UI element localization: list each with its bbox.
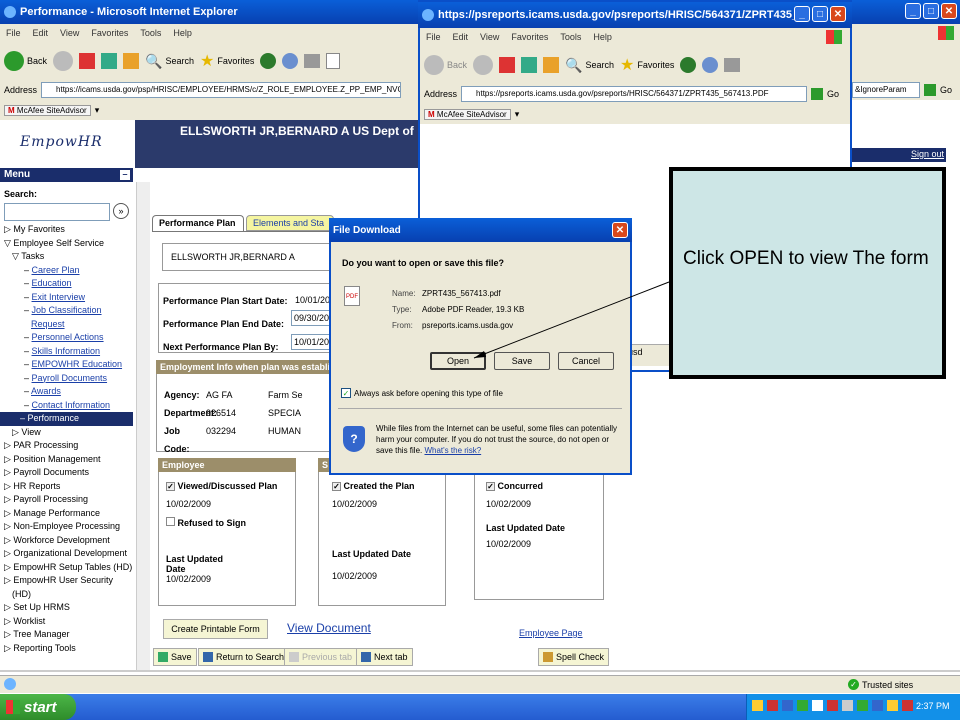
tray-icon-8[interactable] — [857, 700, 868, 711]
tray-icon-4[interactable] — [797, 700, 808, 711]
tray-icon-11[interactable] — [902, 700, 913, 711]
start-button[interactable]: start — [0, 694, 76, 720]
checkmark-icon: ✓ — [848, 679, 859, 690]
tray-icon-10[interactable] — [887, 700, 898, 711]
tray-icons — [752, 700, 913, 711]
tray-icon-5[interactable] — [812, 700, 823, 711]
taskbar-clock[interactable]: 2:37 PM — [916, 701, 950, 711]
trusted-sites-zone: ✓ Trusted sites — [848, 679, 913, 690]
tray-icon-3[interactable] — [782, 700, 793, 711]
tray-icon-9[interactable] — [872, 700, 883, 711]
tray-icon-6[interactable] — [827, 700, 838, 711]
ie-status-icon — [4, 678, 16, 690]
callout-arrow — [473, 281, 670, 359]
windows-flag-icon — [6, 700, 20, 714]
tray-icon-7[interactable] — [842, 700, 853, 711]
main-statusbar — [0, 675, 960, 693]
tray-icon-2[interactable] — [767, 700, 778, 711]
tray-icon-1[interactable] — [752, 700, 763, 711]
